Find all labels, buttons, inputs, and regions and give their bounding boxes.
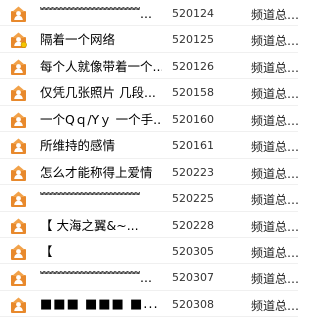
- member-role: 频道总…: [251, 166, 300, 181]
- list-item[interactable]: ■■■ ■■■ ■... 520308 频道总…: [0, 291, 300, 317]
- member-role: 频道总…: [251, 113, 300, 128]
- member-id: 520308: [172, 297, 214, 311]
- list-item[interactable]: 一个Qｑ/Yｙ 一个手... 520160 频道总…: [0, 106, 300, 133]
- member-id: 520124: [172, 7, 214, 20]
- user-icon: [10, 164, 27, 181]
- list-item[interactable]: 怎么才能称得上爱情 520223 频道总…: [0, 159, 300, 186]
- member-name: 【 大海之翼&~...: [40, 217, 139, 233]
- member-role: 频道总…: [251, 245, 300, 260]
- member-name: 一个Qｑ/Yｙ 一个手...: [40, 111, 162, 127]
- user-icon: [10, 243, 27, 260]
- user-icon: [10, 269, 27, 287]
- member-name: ﹌﹌﹌﹌﹌﹌﹌﹌...: [40, 6, 152, 21]
- list-item[interactable]: 仅凭几张照片 几段... 520158 频道总…: [0, 79, 300, 106]
- member-name: 仅凭几张照片 几段...: [40, 85, 156, 101]
- member-role: 频道总…: [251, 8, 300, 22]
- user-icon: [10, 296, 27, 313]
- list-item[interactable]: 所维持的感情 520161 频道总…: [0, 132, 300, 159]
- member-id: 520160: [172, 112, 214, 126]
- member-role: 频道总…: [251, 87, 300, 102]
- user-icon: [10, 31, 27, 49]
- member-id: 520225: [172, 192, 214, 206]
- member-role: 频道总…: [251, 193, 300, 208]
- member-name: 每个人就像带着一个...: [40, 58, 162, 74]
- member-name: 【: [40, 243, 53, 259]
- list-item[interactable]: 隔着一个网络 520125 频道总…: [0, 26, 300, 53]
- list-item[interactable]: 【 520305 频道总…: [0, 238, 300, 265]
- user-icon: [10, 111, 27, 128]
- user-icon: [10, 58, 27, 75]
- user-icon: [10, 137, 27, 155]
- list-item[interactable]: 【 大海之翼&~... 520228 频道总…: [0, 212, 300, 238]
- list-item[interactable]: ﹌﹌﹌﹌﹌﹌﹌﹌ 520225 频道总…: [0, 185, 300, 212]
- channel-member-list: ﹌﹌﹌﹌﹌﹌﹌﹌... 520124 频道总… 隔着一个网络 520125 频道总… 每个人…: [0, 0, 300, 317]
- member-name: ■■■ ■■■ ■...: [40, 296, 159, 312]
- user-icon: [10, 5, 27, 22]
- member-id: 520223: [172, 165, 214, 179]
- member-name: 隔着一个网络: [40, 32, 116, 48]
- member-role: 频道总…: [251, 34, 300, 49]
- member-role: 频道总…: [251, 298, 300, 313]
- member-id: 520307: [172, 271, 214, 285]
- user-icon: [10, 84, 27, 102]
- member-id: 520228: [172, 218, 214, 232]
- list-item[interactable]: 每个人就像带着一个... 520126 频道总…: [0, 53, 300, 80]
- member-name: 所维持的感情: [40, 138, 116, 154]
- list-item[interactable]: ﹌﹌﹌﹌﹌﹌﹌﹌... 520124 频道总…: [0, 0, 300, 27]
- member-id: 520305: [172, 244, 214, 258]
- member-role: 频道总…: [251, 140, 300, 155]
- user-icon: [10, 190, 27, 208]
- member-id: 520126: [172, 59, 214, 73]
- member-name: ﹌﹌﹌﹌﹌﹌﹌﹌...: [40, 270, 152, 286]
- member-id: 520161: [172, 139, 214, 153]
- member-name: 怎么才能称得上爱情: [40, 164, 153, 180]
- user-icon: [10, 217, 27, 234]
- member-role: 频道总…: [251, 60, 300, 75]
- member-role: 频道总…: [251, 219, 300, 234]
- list-item[interactable]: ﹌﹌﹌﹌﹌﹌﹌﹌... 520307 频道总…: [0, 264, 300, 291]
- member-role: 频道总…: [251, 272, 300, 287]
- member-id: 520158: [172, 86, 214, 100]
- member-name: ﹌﹌﹌﹌﹌﹌﹌﹌: [40, 191, 141, 207]
- member-id: 520125: [172, 33, 214, 47]
